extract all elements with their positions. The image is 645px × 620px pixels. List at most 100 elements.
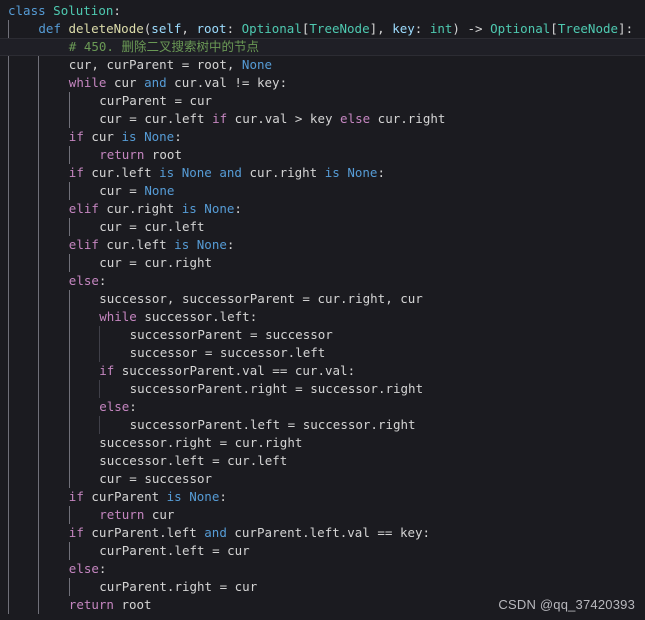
- code-token: None: [204, 201, 235, 216]
- code-token: while: [68, 75, 107, 90]
- code-token: cur: [99, 111, 122, 126]
- code-token: if: [68, 129, 84, 144]
- code-line[interactable]: if curParent.left and curParent.left.val…: [0, 524, 645, 542]
- code-line[interactable]: if cur.left is None and cur.right is Non…: [0, 164, 645, 182]
- code-line[interactable]: if curParent is None:: [0, 488, 645, 506]
- code-token: :: [129, 399, 137, 414]
- code-token: root: [196, 57, 227, 72]
- code-token: ]: [369, 21, 378, 36]
- code-token: :: [422, 525, 431, 540]
- code-token: ->: [459, 21, 491, 36]
- code-editor[interactable]: class Solution: def deleteNode(self, root…: [0, 0, 645, 620]
- code-token: cur: [99, 255, 122, 270]
- code-token: cur: [400, 291, 423, 306]
- code-token: cur.left: [144, 219, 205, 234]
- code-token: TreeNode: [309, 21, 370, 36]
- code-token: Optional: [490, 21, 551, 36]
- code-token: and: [144, 75, 167, 90]
- code-token: cur.right: [370, 111, 446, 126]
- code-token: self: [151, 21, 182, 36]
- code-token: return: [99, 147, 145, 162]
- code-token: return: [99, 507, 145, 522]
- code-token: None: [144, 183, 175, 198]
- code-token: successor: [265, 327, 333, 342]
- code-token: ): [452, 21, 460, 36]
- code-line[interactable]: cur = None: [0, 182, 645, 200]
- code-line[interactable]: while successor.left:: [0, 308, 645, 326]
- code-line[interactable]: else:: [0, 398, 645, 416]
- code-token: =: [242, 327, 266, 342]
- code-token: key: [302, 111, 341, 126]
- code-token: else: [68, 561, 99, 576]
- code-token: curParent: [106, 57, 175, 72]
- code-token: !=: [234, 75, 250, 90]
- code-token: key: [249, 75, 280, 90]
- code-token: :: [113, 3, 121, 18]
- code-line[interactable]: cur = cur.left: [0, 218, 645, 236]
- code-token: cur: [83, 129, 122, 144]
- code-token: None: [241, 57, 273, 72]
- code-token: deleteNode: [68, 21, 144, 36]
- code-line[interactable]: successor.left = cur.left: [0, 452, 645, 470]
- code-token: curParent.right: [99, 579, 213, 594]
- code-token: successor.left: [99, 453, 205, 468]
- code-line[interactable]: class Solution:: [0, 2, 645, 20]
- code-token: ,: [226, 57, 242, 72]
- code-token: successor.right: [310, 381, 424, 396]
- code-line[interactable]: successorParent = successor: [0, 326, 645, 344]
- code-token: ==: [377, 525, 393, 540]
- code-token: Optional: [241, 21, 302, 36]
- code-line[interactable]: while cur and cur.val != key:: [0, 74, 645, 92]
- code-token: is: [166, 489, 182, 504]
- code-token: cur.right: [234, 435, 303, 450]
- code-token: successor.right: [302, 417, 416, 432]
- code-line[interactable]: curParent.left = cur: [0, 542, 645, 560]
- code-line-active[interactable]: # 450. 删除二叉搜索树中的节点: [0, 38, 645, 56]
- code-token: is: [181, 201, 197, 216]
- code-surface[interactable]: class Solution: def deleteNode(self, root…: [0, 0, 645, 620]
- code-token: =: [287, 381, 311, 396]
- code-line[interactable]: if successorParent.val == cur.val:: [0, 362, 645, 380]
- code-line[interactable]: successor.right = cur.right: [0, 434, 645, 452]
- code-token: None: [144, 129, 175, 144]
- code-token: is: [121, 129, 137, 144]
- code-line[interactable]: successorParent.left = successor.right: [0, 416, 645, 434]
- code-token: =: [212, 435, 235, 450]
- code-line[interactable]: cur, curParent = root, None: [0, 56, 645, 74]
- code-token: =: [280, 417, 303, 432]
- code-token: =: [212, 579, 235, 594]
- code-line[interactable]: successorParent.right = successor.right: [0, 380, 645, 398]
- code-line[interactable]: elif cur.left is None:: [0, 236, 645, 254]
- code-token: curParent.left: [83, 525, 205, 540]
- code-token: if: [68, 489, 84, 504]
- code-token: ,: [181, 21, 197, 36]
- code-line[interactable]: cur = successor: [0, 470, 645, 488]
- code-line[interactable]: successor = successor.left: [0, 344, 645, 362]
- code-line[interactable]: if cur is None:: [0, 128, 645, 146]
- code-token: cur: [99, 183, 122, 198]
- code-token: class: [8, 3, 46, 18]
- code-line[interactable]: successor, successorParent = cur.right, …: [0, 290, 645, 308]
- code-token: successorParent.right: [129, 381, 288, 396]
- code-token: :: [98, 273, 107, 288]
- code-token: key: [392, 21, 415, 36]
- code-line[interactable]: elif cur.right is None:: [0, 200, 645, 218]
- code-line[interactable]: cur = cur.left if cur.val > key else cur…: [0, 110, 645, 128]
- code-token: curParent.left: [99, 543, 205, 558]
- code-token: =: [204, 543, 228, 558]
- code-token: ,: [91, 57, 107, 72]
- code-line[interactable]: def deleteNode(self, root: Optional[Tree…: [0, 20, 645, 38]
- code-token: :: [377, 165, 385, 180]
- code-token: successorParent: [181, 291, 295, 306]
- code-line[interactable]: return cur: [0, 506, 645, 524]
- code-line[interactable]: else:: [0, 560, 645, 578]
- code-line[interactable]: curParent.right = cur: [0, 578, 645, 596]
- code-token: :: [219, 489, 227, 504]
- code-line[interactable]: else:: [0, 272, 645, 290]
- code-token: cur.left: [227, 453, 288, 468]
- code-line[interactable]: return root: [0, 146, 645, 164]
- code-line[interactable]: curParent = cur: [0, 92, 645, 110]
- code-line[interactable]: cur = cur.right: [0, 254, 645, 272]
